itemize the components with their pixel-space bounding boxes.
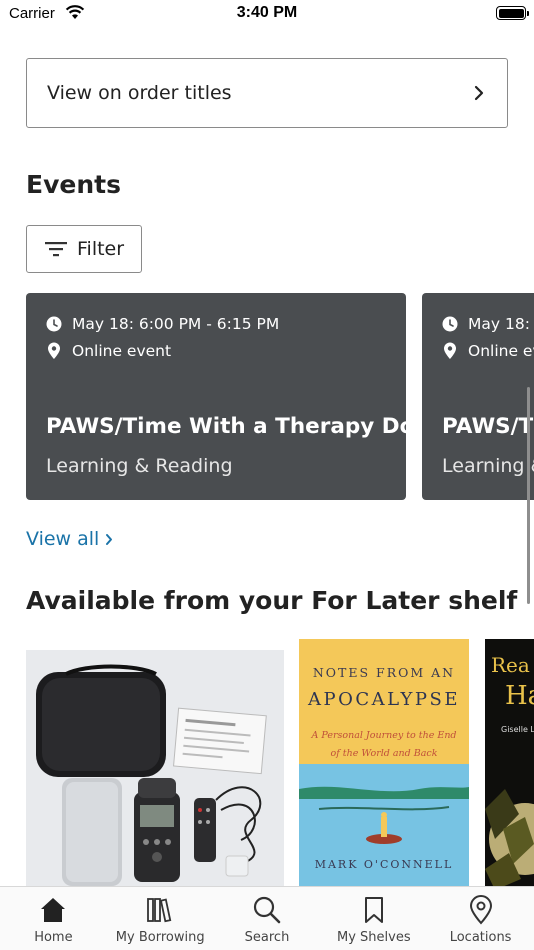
event-title: PAWS/Time With a Therapy Dog [442,414,534,439]
events-heading: Events [26,170,121,199]
view-all-events-link[interactable]: View all [26,528,113,550]
event-category: Learning & Reading [46,455,233,477]
tab-home[interactable]: Home [0,887,107,950]
book-title-line2: APOCALYPSE [308,689,460,710]
view-all-label: View all [26,528,100,550]
event-date: May 18: 6:00 PM - 6:15 PM [468,315,534,333]
book-author-fragment: Giselle L [501,725,534,734]
book-cover-notes-from-an-apocalypse[interactable]: NOTES FROM AN APOCALYPSE A Personal Jour… [299,639,469,890]
tab-locations[interactable]: Locations [427,887,534,950]
book-title-fragment: Rea [491,653,530,677]
clock: 3:40 PM [236,4,298,21]
event-location: Online event [468,342,534,360]
on-order-titles-label: View on order titles [47,82,232,104]
book-subtitle: A Personal Journey to the End of the Wor… [311,730,457,759]
chevron-right-icon [106,533,113,545]
tab-my-borrowing[interactable]: My Borrowing [107,887,214,950]
event-card[interactable]: May 18: 6:00 PM - 6:15 PM Online event P… [26,293,406,500]
book-author: MARK O'CONNELL [314,858,454,871]
event-category: Learning & Reading [442,455,534,477]
filter-icon [45,242,67,257]
home-icon [41,898,66,922]
books-icon [147,898,172,923]
filter-button[interactable]: Filter [26,225,142,273]
event-card[interactable]: May 18: 6:00 PM - 6:15 PM Online event P… [422,293,534,500]
tab-my-shelves[interactable]: My Shelves [320,887,427,950]
book-title-line1: NOTES FROM AN [312,665,456,680]
event-location: Online event [72,342,172,360]
tab-my-shelves-label: My Shelves [336,930,411,945]
location-pin-icon [444,342,456,359]
tab-search-label: Search [244,930,290,945]
bookmark-icon [364,897,383,923]
filter-label: Filter [77,238,125,260]
tab-home-label: Home [34,930,73,945]
scroll-indicator [527,387,530,604]
location-pin-icon [48,342,60,359]
clock-icon [442,316,458,332]
location-pin-icon [469,895,492,925]
battery-icon [496,6,529,20]
book-cover-dark[interactable]: Rea Ha Giselle L [485,639,534,890]
event-date: May 18: 6:00 PM - 6:15 PM [72,315,280,333]
tab-locations-label: Locations [449,930,512,945]
for-later-heading: Available from your For Later shelf [26,586,518,615]
clock-icon [46,316,62,332]
book-cover-audio-recorder[interactable] [26,650,284,890]
status-bar: Carrier 3:40 PM [0,0,534,30]
chevron-right-icon [474,85,484,101]
tab-my-borrowing-label: My Borrowing [115,930,205,945]
book-title-fragment: Ha [505,681,534,711]
search-icon [253,896,281,924]
on-order-titles-row[interactable]: View on order titles [26,58,508,128]
event-title: PAWS/Time With a Therapy Dog [46,414,406,439]
audio-recorder-image [26,650,284,890]
tab-search[interactable]: Search [214,887,321,950]
tab-bar: Home My Borrowing Search My Shelves Loca… [0,886,534,950]
